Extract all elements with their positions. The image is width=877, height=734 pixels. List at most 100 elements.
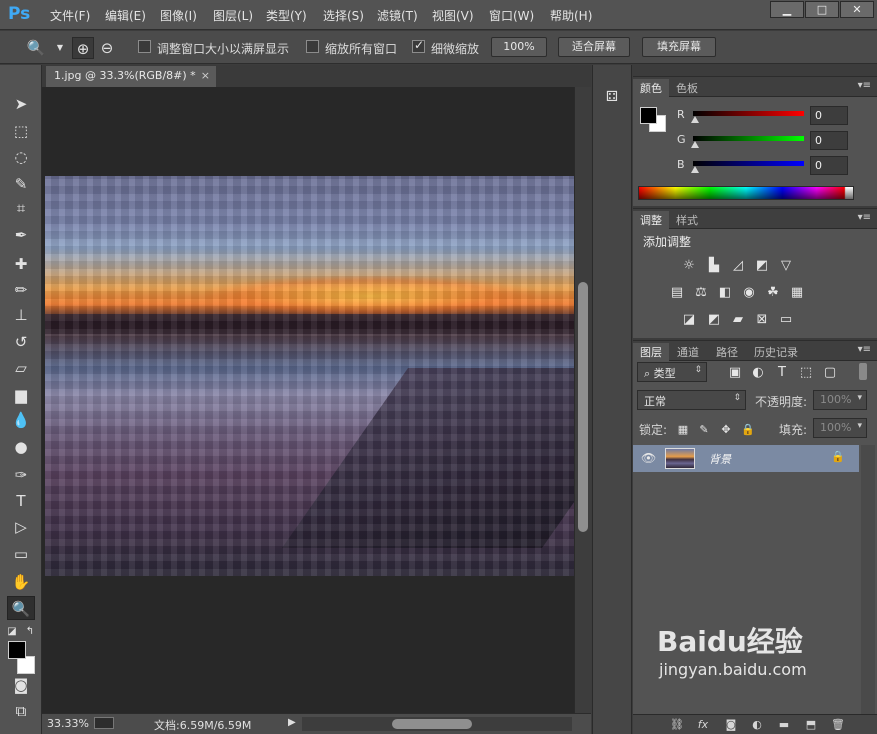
red-value-input[interactable]: 0 <box>810 106 848 125</box>
tab-swatches[interactable]: 色板 <box>669 79 705 97</box>
screen-mode-icon[interactable]: ⧉ <box>7 699 35 723</box>
channel-mixer-icon[interactable]: ☘ <box>764 284 782 301</box>
crop-tool-icon[interactable]: ⌗ <box>7 196 35 220</box>
color-spectrum-bar[interactable] <box>638 186 854 200</box>
gradient-map-icon[interactable]: ▭ <box>777 311 795 328</box>
blue-slider-track[interactable] <box>693 161 804 166</box>
close-tab-icon[interactable]: × <box>201 69 210 82</box>
invert-icon[interactable]: ◪ <box>680 311 698 328</box>
zoom-100-button[interactable]: 100% <box>491 37 547 57</box>
lock-all-icon[interactable]: 🔒 <box>739 421 757 438</box>
menu-edit[interactable]: 编辑(E) <box>105 7 146 24</box>
color-balance-icon[interactable]: ⚖ <box>692 284 710 301</box>
lock-transparent-icon[interactable]: ▦ <box>674 421 692 438</box>
photo-filter-icon[interactable]: ◉ <box>740 284 758 301</box>
quick-mask-icon[interactable]: ◙ <box>7 673 35 697</box>
vertical-scroll-thumb[interactable] <box>578 282 588 532</box>
zoom-in-icon[interactable]: ⊕ <box>72 37 94 59</box>
add-mask-icon[interactable]: ◙ <box>723 717 739 733</box>
menu-type[interactable]: 类型(Y) <box>266 7 307 24</box>
panel-menu-icon[interactable]: ▾≡ <box>858 344 871 355</box>
new-layer-icon[interactable]: ⬒ <box>803 717 819 733</box>
clone-stamp-tool-icon[interactable]: ⊥ <box>7 303 35 327</box>
lock-position-icon[interactable]: ✥ <box>717 421 735 438</box>
exposure-icon[interactable]: ◩ <box>753 257 771 274</box>
tab-paths[interactable]: 路径 <box>709 343 745 361</box>
eye-icon[interactable]: 👁 <box>641 451 656 465</box>
pen-tool-icon[interactable]: ✑ <box>7 463 35 487</box>
healing-brush-tool-icon[interactable]: ✚ <box>7 252 35 276</box>
chevron-down-icon[interactable]: ▼ <box>49 37 71 59</box>
gradient-tool-icon[interactable]: ▆ <box>7 383 35 407</box>
foreground-color-swatch[interactable] <box>8 641 26 659</box>
layer-row-background[interactable]: 👁 背景 🔒 <box>633 445 859 472</box>
history-brush-tool-icon[interactable]: ↺ <box>7 330 35 354</box>
move-tool-icon[interactable]: ➤ <box>7 92 35 116</box>
lock-image-icon[interactable]: ✎ <box>695 421 713 438</box>
properties-panel-icon[interactable]: ⚃ <box>601 89 623 109</box>
document-tab[interactable]: 1.jpg @ 33.3%(RGB/8#) * × <box>46 66 216 87</box>
menu-help[interactable]: 帮助(H) <box>550 7 592 24</box>
lasso-tool-icon[interactable]: ◌ <box>7 145 35 169</box>
threshold-icon[interactable]: ▰ <box>729 311 747 328</box>
fill-input[interactable]: 100% ▾ <box>813 418 867 438</box>
menu-file[interactable]: 文件(F) <box>50 7 90 24</box>
zoom-level[interactable]: 33.33% <box>47 717 89 730</box>
blue-value-input[interactable]: 0 <box>810 156 848 175</box>
levels-icon[interactable]: ▙ <box>705 257 723 274</box>
filter-toggle-switch[interactable] <box>859 363 867 380</box>
quick-selection-tool-icon[interactable]: ✎ <box>7 172 35 196</box>
marquee-tool-icon[interactable]: ⬚ <box>7 119 35 143</box>
horizontal-scroll-thumb[interactable] <box>392 719 472 729</box>
brush-tool-icon[interactable]: ✏ <box>7 278 35 302</box>
color-panel-fg-swatch[interactable] <box>640 107 657 124</box>
brightness-icon[interactable]: ☼ <box>680 257 698 274</box>
rectangle-tool-icon[interactable]: ▭ <box>7 542 35 566</box>
vibrance-icon[interactable]: ▽ <box>777 257 795 274</box>
delete-layer-icon[interactable]: 🗑 <box>830 717 846 733</box>
menu-view[interactable]: 视图(V) <box>432 7 474 24</box>
tab-channels[interactable]: 通道 <box>670 343 706 361</box>
layers-scrollbar[interactable] <box>861 445 875 715</box>
type-tool-icon[interactable]: T <box>7 489 35 513</box>
menu-window[interactable]: 窗口(W) <box>489 7 534 24</box>
minimize-button[interactable]: ▁ <box>770 1 804 18</box>
link-layers-icon[interactable]: ⛓ <box>669 717 685 733</box>
blue-slider-handle[interactable] <box>691 166 699 173</box>
zoom-tool-icon[interactable]: 🔍 <box>7 596 35 620</box>
vertical-scrollbar[interactable] <box>574 87 591 713</box>
menu-layer[interactable]: 图层(L) <box>213 7 253 24</box>
green-slider-handle[interactable] <box>691 141 699 148</box>
tab-history[interactable]: 历史记录 <box>747 343 805 361</box>
menu-select[interactable]: 选择(S) <box>323 7 364 24</box>
tab-color[interactable]: 颜色 <box>633 79 669 97</box>
path-selection-tool-icon[interactable]: ▷ <box>7 515 35 539</box>
zoom-tool-preset-icon[interactable]: 🔍 <box>25 37 47 59</box>
filter-adjustment-icon[interactable]: ◐ <box>749 364 767 381</box>
status-menu-arrow-icon[interactable]: ▶ <box>288 717 296 728</box>
new-adjustment-icon[interactable]: ◐ <box>749 717 765 733</box>
color-lookup-icon[interactable]: ▦ <box>788 284 806 301</box>
tab-styles[interactable]: 样式 <box>669 211 705 229</box>
tab-adjustments[interactable]: 调整 <box>633 211 669 229</box>
filter-smart-object-icon[interactable]: ▢ <box>821 364 839 381</box>
menu-image[interactable]: 图像(I) <box>160 7 197 24</box>
posterize-icon[interactable]: ◩ <box>705 311 723 328</box>
zoom-all-windows-checkbox[interactable] <box>306 40 319 53</box>
filter-type-icon[interactable]: T <box>773 364 791 381</box>
menu-filter[interactable]: 滤镜(T) <box>377 7 418 24</box>
new-group-icon[interactable]: ▬ <box>776 717 792 733</box>
black-white-icon[interactable]: ◧ <box>716 284 734 301</box>
filter-pixel-icon[interactable]: ▣ <box>726 364 744 381</box>
red-slider-handle[interactable] <box>691 116 699 123</box>
scrubby-zoom-checkbox[interactable] <box>412 38 425 53</box>
blur-tool-icon[interactable]: 💧 <box>7 408 35 432</box>
horizontal-scrollbar[interactable] <box>302 717 572 731</box>
panel-menu-icon[interactable]: ▾≡ <box>858 80 871 91</box>
curves-icon[interactable]: ◿ <box>729 257 747 274</box>
maximize-button[interactable]: □ <box>805 1 839 18</box>
blend-mode-select[interactable]: 正常 ⇕ <box>637 390 746 410</box>
proof-icon[interactable] <box>94 717 114 729</box>
layer-filter-select[interactable]: ⌕ 类型 ⇕ <box>637 362 707 382</box>
green-slider-track[interactable] <box>693 136 804 141</box>
